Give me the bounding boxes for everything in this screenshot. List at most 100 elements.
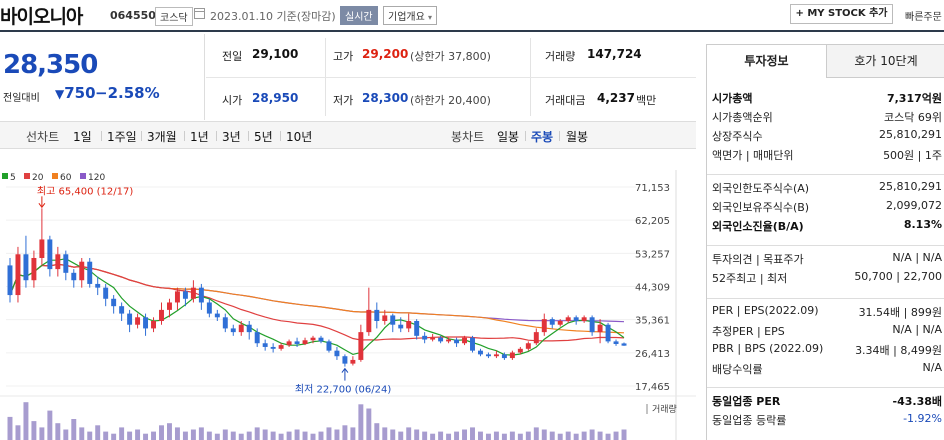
candle-body xyxy=(438,337,444,342)
volume-bar xyxy=(222,429,228,440)
volume-bar xyxy=(318,431,324,440)
info-value: N/A | N/A xyxy=(892,251,942,264)
tab-3year[interactable]: 3년 xyxy=(222,128,241,145)
candle-body xyxy=(103,287,109,299)
volume-bar xyxy=(214,433,220,440)
divider xyxy=(184,131,185,141)
legend-label: 20 xyxy=(32,173,44,183)
info-label: 상장주식수 xyxy=(712,130,763,143)
tab-order-book[interactable]: 호가 10단계 xyxy=(827,45,944,78)
legend-swatch xyxy=(2,173,8,179)
legend-swatch xyxy=(52,173,58,179)
info-row: 52주최고 | 최저 50,700 | 22,700 xyxy=(712,269,944,287)
info-label: 시가총액 xyxy=(712,92,753,105)
candle-body xyxy=(350,359,356,364)
volume-bar xyxy=(63,429,69,440)
legend-label: 5 xyxy=(10,173,16,183)
info-label: 외국인보유주식수(B) xyxy=(712,201,810,214)
candle-body xyxy=(230,328,236,333)
candle-body xyxy=(206,302,212,314)
tab-daily-candle[interactable]: 일봉 xyxy=(497,128,519,145)
legend-label: 60 xyxy=(60,173,72,183)
volume-bar xyxy=(87,431,93,440)
tab-1day[interactable]: 1일 xyxy=(73,128,92,145)
info-label: 52주최고 | 최저 xyxy=(712,272,788,285)
candle-body xyxy=(87,261,93,284)
tab-weekly-candle[interactable]: 주봉 xyxy=(531,128,553,145)
volume-bar xyxy=(278,433,284,440)
volume-bar xyxy=(238,433,244,440)
volume-bar xyxy=(613,431,619,440)
candle-body xyxy=(446,339,452,342)
company-info-dropdown[interactable]: 기업개요 ▾ xyxy=(383,6,438,25)
tab-1week[interactable]: 1주일 xyxy=(107,128,137,145)
candle-body xyxy=(422,335,428,340)
candle-body xyxy=(294,341,300,344)
y-tick-label: 35,361 xyxy=(635,316,670,327)
volume-bar xyxy=(103,431,109,440)
low-label: 저가 xyxy=(333,94,354,107)
tab-5year[interactable]: 5년 xyxy=(254,128,273,145)
info-label: PER | EPS(2022.09) xyxy=(712,304,819,317)
realtime-button[interactable]: 실시간 xyxy=(340,6,378,25)
prev-close-value: 29,100 xyxy=(252,47,299,61)
info-value: 31.54배 | 899원 xyxy=(858,306,942,319)
tab-10year[interactable]: 10년 xyxy=(286,128,312,145)
candle-body xyxy=(198,287,204,303)
divider xyxy=(559,131,560,141)
volume-bar xyxy=(198,427,204,440)
candle-body xyxy=(517,348,523,353)
volume-bar xyxy=(525,431,531,440)
stock-header-bar: 바이오니아 064550 코스닥 2023.01.10 기준(장마감) 실시간 … xyxy=(0,0,944,32)
volume-bar xyxy=(246,431,252,440)
candle-body xyxy=(71,272,77,281)
tab-3month[interactable]: 3개월 xyxy=(147,128,177,145)
volume-label: 거래량 xyxy=(652,403,677,415)
amount-unit: 백만 xyxy=(636,94,657,107)
volume-bar xyxy=(47,410,53,440)
candle-body xyxy=(79,261,85,281)
add-mystock-button[interactable]: + MY STOCK 추가 xyxy=(790,4,893,24)
y-tick-label: 17,465 xyxy=(635,382,670,393)
change-amount: ▼750 xyxy=(55,84,96,102)
divider xyxy=(216,131,217,141)
volume-bar xyxy=(71,419,77,440)
candle-body xyxy=(190,287,196,299)
info-row: 외국인보유주식수(B) 2,099,072 xyxy=(712,198,944,216)
candle-body xyxy=(589,317,595,333)
y-tick-label: 62,205 xyxy=(635,216,670,227)
candle-body xyxy=(366,309,372,333)
candle-body xyxy=(286,341,292,346)
volume-bar xyxy=(350,427,356,440)
candle-body xyxy=(310,337,316,341)
volume-bar xyxy=(430,433,436,440)
candle-body xyxy=(318,337,324,342)
candle-body xyxy=(238,324,244,333)
price-chart: 71,153 62,205 53,257 44,309 35,361 26,413 17,4… xyxy=(0,150,696,440)
quick-order-link[interactable]: 빠른주문 xyxy=(905,8,942,23)
candle-body xyxy=(605,324,611,342)
candle-body xyxy=(613,341,619,344)
volume-bar xyxy=(557,433,563,440)
info-row: PBR | BPS (2022.09) 3.34배 | 8,499원 xyxy=(712,341,944,359)
tab-monthly-candle[interactable]: 월봉 xyxy=(566,128,588,145)
candle-body xyxy=(262,343,268,347)
info-value: 25,810,291 xyxy=(879,180,942,193)
volume-bar xyxy=(127,431,133,440)
info-row: 외국인소진율(B/A) 8.13% xyxy=(712,217,944,235)
candle-body xyxy=(95,283,101,288)
volume-bar xyxy=(478,431,483,440)
volume-bar xyxy=(422,431,428,440)
candle-body xyxy=(127,313,133,325)
candle-body xyxy=(454,339,460,344)
candle-body xyxy=(143,317,149,329)
info-value: 3.34배 | 8,499원 xyxy=(855,344,942,357)
candle-body xyxy=(493,354,499,357)
tab-1year[interactable]: 1년 xyxy=(190,128,209,145)
volume-bar xyxy=(454,431,460,440)
info-row: 외국인한도주식수(A) 25,810,291 xyxy=(712,179,944,197)
tab-investment-info[interactable]: 투자정보 xyxy=(707,45,827,78)
candle-body xyxy=(119,306,125,314)
info-value: N/A xyxy=(922,361,942,374)
candle-body xyxy=(15,254,21,296)
